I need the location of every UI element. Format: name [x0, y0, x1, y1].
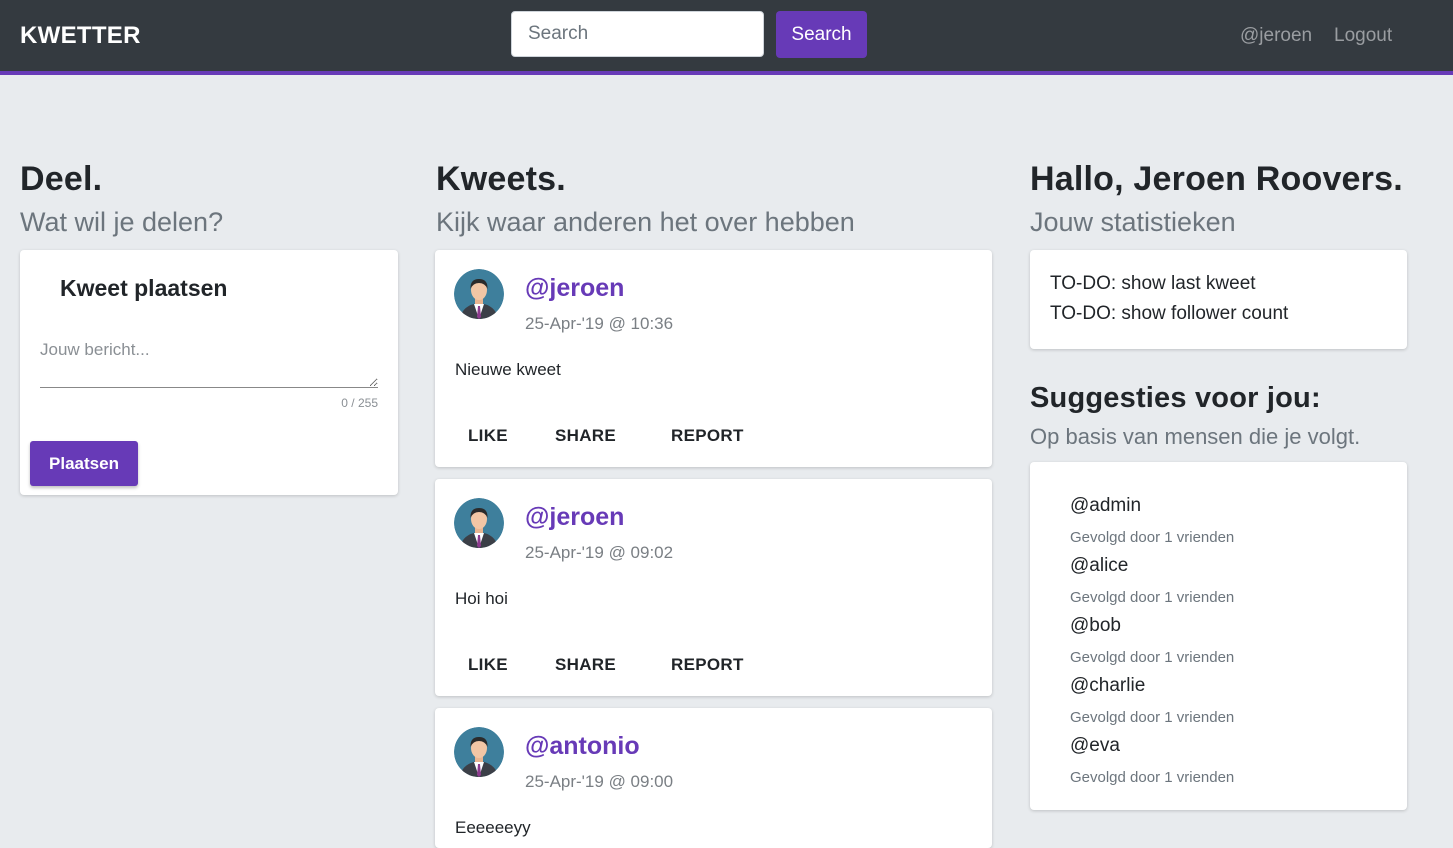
report-button[interactable]: REPORT — [671, 655, 744, 675]
kweets-subtitle: Kijk waar anderen het over hebben — [436, 207, 855, 237]
avatar-icon[interactable] — [454, 498, 504, 548]
composer-card: Kweet plaatsen 0 / 255 Plaatsen — [20, 250, 398, 495]
avatar-icon[interactable] — [454, 269, 504, 319]
message-textarea[interactable] — [40, 340, 378, 388]
character-counter: 0 / 255 — [341, 396, 378, 410]
suggestion-username[interactable]: @bob — [1070, 615, 1121, 637]
like-button[interactable]: LIKE — [468, 655, 508, 675]
suggestions-card: @admin Gevolgd door 1 vrienden @alice Ge… — [1030, 462, 1407, 810]
stat-follower-count: TO-DO: show follower count — [1050, 303, 1289, 324]
kweet-text: Eeeeeeyy — [455, 818, 531, 837]
kweet-text: Nieuwe kweet — [455, 360, 561, 379]
search-input[interactable] — [511, 11, 764, 57]
report-button[interactable]: REPORT — [671, 426, 744, 446]
top-navbar: KWETTER Search @jeroen Logout — [0, 0, 1453, 75]
stat-last-kweet: TO-DO: show last kweet — [1050, 273, 1256, 294]
kweet-username[interactable]: @jeroen — [525, 274, 624, 303]
suggestion-username[interactable]: @admin — [1070, 495, 1141, 517]
suggestion-username[interactable]: @charlie — [1070, 675, 1145, 697]
suggestions-subtitle: Op basis van mensen die je volgt. — [1030, 424, 1361, 449]
kweet-username[interactable]: @antonio — [525, 732, 640, 761]
suggestion-meta: Gevolgd door 1 vrienden — [1070, 589, 1235, 606]
kweet-timestamp: 25-Apr-'19 @ 10:36 — [525, 314, 674, 333]
suggestions-title: Suggesties voor jou: — [1030, 382, 1321, 414]
suggestion-meta: Gevolgd door 1 vrienden — [1070, 769, 1235, 786]
nav-user-link[interactable]: @jeroen — [1240, 25, 1312, 47]
search-button[interactable]: Search — [776, 11, 867, 58]
like-button[interactable]: LIKE — [468, 426, 508, 446]
greeting-title: Hallo, Jeroen Roovers. — [1030, 160, 1403, 198]
share-title: Deel. — [20, 160, 103, 198]
kweet-text: Hoi hoi — [455, 589, 508, 608]
kweet-timestamp: 25-Apr-'19 @ 09:00 — [525, 772, 674, 791]
suggestion-meta: Gevolgd door 1 vrienden — [1070, 709, 1235, 726]
post-kweet-button[interactable]: Plaatsen — [30, 441, 138, 486]
kweet-card: @antonio 25-Apr-'19 @ 09:00 Eeeeeeyy — [435, 708, 992, 848]
suggestion-username[interactable]: @eva — [1070, 735, 1120, 757]
nav-logout-link[interactable]: Logout — [1334, 25, 1392, 47]
kweet-timestamp: 25-Apr-'19 @ 09:02 — [525, 543, 674, 562]
suggestion-username[interactable]: @alice — [1070, 555, 1128, 577]
kweet-card: @jeroen 25-Apr-'19 @ 09:02 Hoi hoi LIKE … — [435, 479, 992, 696]
share-button[interactable]: SHARE — [555, 426, 616, 446]
composer-title: Kweet plaatsen — [60, 275, 228, 301]
suggestion-meta: Gevolgd door 1 vrienden — [1070, 649, 1235, 666]
kweet-card: @jeroen 25-Apr-'19 @ 10:36 Nieuwe kweet … — [435, 250, 992, 467]
brand-logo[interactable]: KWETTER — [20, 22, 141, 50]
stats-subtitle: Jouw statistieken — [1030, 207, 1236, 237]
share-subtitle: Wat wil je delen? — [20, 207, 224, 237]
stats-card: TO-DO: show last kweet TO-DO: show follo… — [1030, 250, 1407, 349]
avatar-icon[interactable] — [454, 727, 504, 777]
kweet-username[interactable]: @jeroen — [525, 503, 624, 532]
kweets-title: Kweets. — [436, 160, 566, 198]
share-button[interactable]: SHARE — [555, 655, 616, 675]
suggestion-meta: Gevolgd door 1 vrienden — [1070, 529, 1235, 546]
